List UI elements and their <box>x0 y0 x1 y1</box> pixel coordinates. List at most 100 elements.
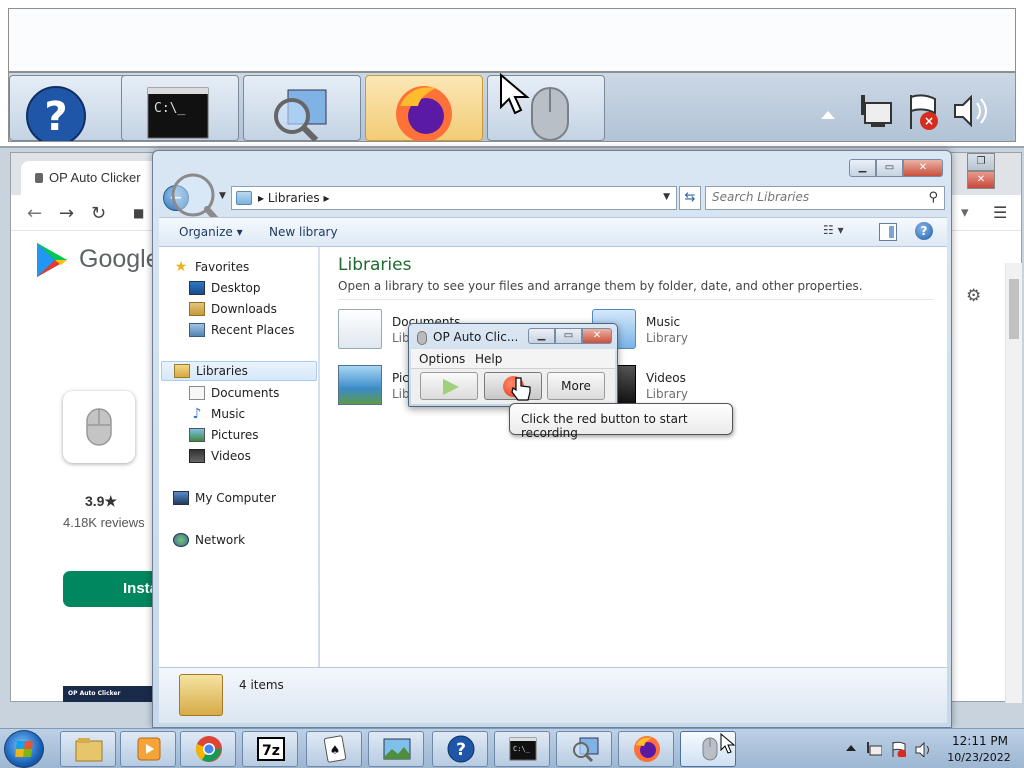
address-dropdown-icon[interactable]: ▼ <box>663 192 670 202</box>
minimize-button[interactable]: ▁ <box>528 328 555 344</box>
firefox-icon <box>396 86 452 141</box>
svg-text:7z: 7z <box>262 743 280 759</box>
change-view-button[interactable]: ☷ ▾ <box>823 223 863 243</box>
nav-desktop[interactable]: Desktop <box>189 278 261 298</box>
pictures-library-icon <box>338 365 382 405</box>
network-icon <box>173 533 189 547</box>
taskbar-explorer[interactable] <box>60 731 116 767</box>
nav-libraries[interactable]: Libraries <box>161 361 317 381</box>
zoom-explorer-search-button <box>243 75 361 141</box>
new-library-button[interactable]: New library <box>269 225 338 239</box>
taskbar-photo-viewer[interactable] <box>368 731 424 767</box>
svg-text:×: × <box>924 114 934 128</box>
nav-favorites[interactable]: ★ Favorites <box>173 257 250 277</box>
explorer-search-icon <box>573 737 599 763</box>
taskbar-solitaire[interactable]: ♠ <box>306 731 362 767</box>
auto-clicker-window-buttons: ▁ ▭ ✕ <box>528 328 612 344</box>
star-icon: ★ <box>174 259 188 275</box>
scrollbar-thumb[interactable] <box>1009 279 1019 339</box>
firefox-icon <box>634 736 660 762</box>
pocket-icon[interactable]: ▾ <box>961 203 969 221</box>
clock-time[interactable]: 12:11 PM <box>948 734 1012 748</box>
nav-downloads[interactable]: Downloads <box>189 299 277 319</box>
cmd-icon: C:\_ <box>147 87 209 139</box>
address-breadcrumb[interactable]: ▸ Libraries ▸ <box>258 191 330 205</box>
close-button[interactable]: ✕ <box>582 328 612 344</box>
browser-scrollbar[interactable] <box>1005 263 1022 703</box>
menu-help[interactable]: Help <box>475 352 502 366</box>
show-hidden-icons-icon <box>821 111 835 119</box>
recent-places-icon <box>189 323 205 337</box>
organize-button[interactable]: Organize ▾ <box>179 225 243 239</box>
help-icon: ? <box>26 86 86 141</box>
action-center-flag-icon[interactable] <box>890 741 906 757</box>
mouse-cursor-icon <box>720 733 736 754</box>
libraries-icon <box>174 364 190 378</box>
help-icon: ? <box>447 735 475 763</box>
maximize-button[interactable]: ▭ <box>555 328 582 344</box>
music-icon: ♪ <box>192 406 202 422</box>
clock-date[interactable]: 10/23/2022 <box>942 751 1016 764</box>
reload-icon[interactable]: ↻ <box>91 203 106 224</box>
recent-pages-dropdown[interactable]: ▼ <box>219 191 226 201</box>
network-icon[interactable] <box>866 741 882 757</box>
nav-music[interactable]: ♪ Music <box>189 404 246 424</box>
browser-restore-button[interactable]: ❐ <box>967 153 995 171</box>
start-button[interactable] <box>4 730 44 768</box>
7zip-icon: 7z <box>257 737 285 761</box>
taskbar-chrome[interactable] <box>180 731 236 767</box>
cmd-icon: C:\_ <box>509 737 537 761</box>
maximize-button[interactable]: ▭ <box>876 159 903 177</box>
chrome-icon <box>195 736 222 762</box>
search-input[interactable] <box>712 190 912 204</box>
back-arrow-icon[interactable]: ← <box>27 203 42 224</box>
pictures-icon <box>189 428 205 442</box>
screenshot-thumbnail[interactable]: OP Auto Clicker <box>63 686 155 702</box>
google-play-logo-icon <box>37 243 67 277</box>
recording-tooltip: Click the red button to start recording <box>509 403 733 440</box>
nav-network[interactable]: Network <box>173 530 245 550</box>
svg-text:C:\_: C:\_ <box>513 745 531 753</box>
explorer-search-icon <box>274 89 327 141</box>
nav-pictures[interactable]: Pictures <box>189 425 259 445</box>
more-button[interactable]: More <box>547 372 605 400</box>
forward-arrow-icon[interactable]: → <box>59 203 74 224</box>
minimize-button[interactable]: ▁ <box>849 159 876 177</box>
volume-icon[interactable] <box>914 741 930 757</box>
hand-pointer-cursor-icon <box>511 377 531 401</box>
gear-icon[interactable]: ⚙ <box>966 286 981 306</box>
install-button[interactable]: Insta <box>63 571 163 607</box>
address-bar[interactable]: ▸ Libraries ▸ ▼ <box>231 186 677 210</box>
taskbar-explorer-search[interactable] <box>556 731 612 767</box>
show-hidden-icons-icon[interactable] <box>844 743 860 759</box>
close-button[interactable]: ✕ <box>903 159 943 177</box>
browser-close-button[interactable]: ✕ <box>967 171 995 189</box>
taskbar-media-player[interactable] <box>120 731 176 767</box>
nav-videos[interactable]: Videos <box>189 446 251 466</box>
menu-options[interactable]: Options <box>419 352 465 366</box>
downloads-icon <box>189 302 205 316</box>
help-button[interactable]: ? <box>915 222 933 240</box>
item-count: 4 items <box>239 678 284 692</box>
details-pane: 4 items <box>159 667 947 723</box>
taskbar-cmd[interactable]: C:\_ <box>494 731 550 767</box>
explorer-navigation-bar: ← ▼ ▸ Libraries ▸ ▼ ⇆ ⚲ <box>161 173 945 230</box>
nav-my-computer[interactable]: My Computer <box>173 488 276 508</box>
browser-tab[interactable]: OP Auto Clicker <box>21 161 171 195</box>
library-music[interactable]: Music Library <box>592 309 822 359</box>
zoom-cmd-button: C:\_ <box>121 75 239 141</box>
taskbar-7zip[interactable]: 7z <box>242 731 298 767</box>
search-icon[interactable]: ⚲ <box>928 190 938 205</box>
nav-documents[interactable]: Documents <box>189 383 279 403</box>
refresh-button[interactable]: ⇆ <box>679 186 701 210</box>
search-box[interactable]: ⚲ <box>705 186 945 210</box>
svg-text:?: ? <box>456 740 466 760</box>
media-player-icon <box>137 737 161 761</box>
preview-pane-button[interactable] <box>879 223 897 241</box>
taskbar-firefox[interactable] <box>618 731 674 767</box>
taskbar-help[interactable]: ? <box>432 731 488 767</box>
menu-icon[interactable]: ☰ <box>993 203 1007 222</box>
nav-recent-places[interactable]: Recent Places <box>189 320 294 340</box>
magnified-taskbar: ? C:\_ × <box>8 72 1016 142</box>
play-button[interactable] <box>420 372 478 400</box>
